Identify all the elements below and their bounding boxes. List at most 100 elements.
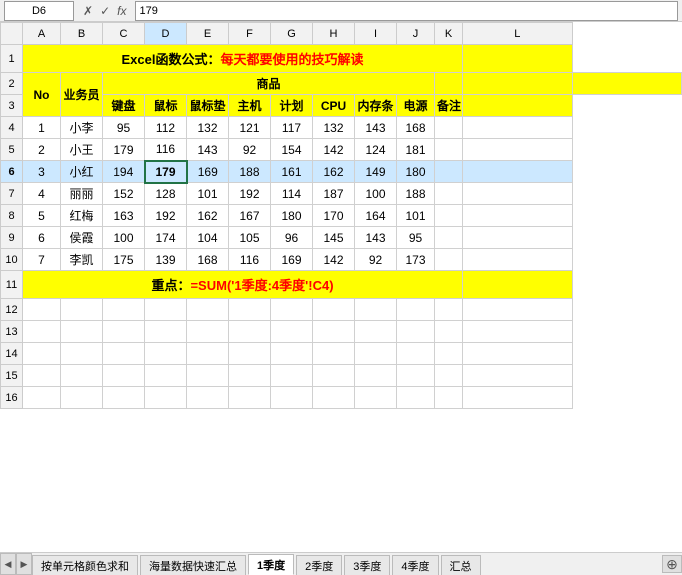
row-num-5[interactable]: 5 bbox=[1, 139, 23, 161]
col-header-H[interactable]: H bbox=[313, 23, 355, 45]
cell-i3[interactable]: 内存条 bbox=[355, 95, 397, 117]
row-num-1[interactable]: 1 bbox=[1, 45, 23, 73]
col-header-A[interactable]: A bbox=[23, 23, 61, 45]
cell-c9[interactable]: 100 bbox=[103, 227, 145, 249]
cell-j10[interactable]: 173 bbox=[397, 249, 435, 271]
cell-d7[interactable]: 128 bbox=[145, 183, 187, 205]
tab-q3[interactable]: 3季度 bbox=[344, 555, 390, 575]
col-header-I[interactable]: I bbox=[355, 23, 397, 45]
scroll-tabs-left-btn[interactable]: ◀ bbox=[0, 553, 16, 575]
col-header-L[interactable]: L bbox=[463, 23, 573, 45]
cell-c3[interactable]: 键盘 bbox=[103, 95, 145, 117]
cell-e3[interactable]: 鼠标垫 bbox=[187, 95, 229, 117]
row-num-9[interactable]: 9 bbox=[1, 227, 23, 249]
cell-h8[interactable]: 170 bbox=[313, 205, 355, 227]
cell-i5[interactable]: 124 bbox=[355, 139, 397, 161]
row-num-3[interactable]: 3 bbox=[1, 95, 23, 117]
cell-a9[interactable]: 6 bbox=[23, 227, 61, 249]
cell-b6[interactable]: 小红 bbox=[61, 161, 103, 183]
cell-j5[interactable]: 181 bbox=[397, 139, 435, 161]
cell-b2[interactable]: 业务员 bbox=[61, 73, 103, 117]
cell-e6[interactable]: 169 bbox=[187, 161, 229, 183]
cell-e7[interactable]: 101 bbox=[187, 183, 229, 205]
cell-c6[interactable]: 194 bbox=[103, 161, 145, 183]
cell-g8[interactable]: 180 bbox=[271, 205, 313, 227]
row-num-2[interactable]: 2 bbox=[1, 73, 23, 95]
row-num-11[interactable]: 11 bbox=[1, 271, 23, 299]
row-num-6[interactable]: 6 bbox=[1, 161, 23, 183]
cell-e4[interactable]: 132 bbox=[187, 117, 229, 139]
cell-a2[interactable]: No bbox=[23, 73, 61, 117]
cell-e8[interactable]: 162 bbox=[187, 205, 229, 227]
confirm-formula-btn[interactable]: ✓ bbox=[97, 4, 113, 18]
cell-i7[interactable]: 100 bbox=[355, 183, 397, 205]
cell-d5[interactable]: 116 bbox=[145, 139, 187, 161]
cell-j4[interactable]: 168 bbox=[397, 117, 435, 139]
cell-c7[interactable]: 152 bbox=[103, 183, 145, 205]
cell-a10[interactable]: 7 bbox=[23, 249, 61, 271]
cell-c5[interactable]: 179 bbox=[103, 139, 145, 161]
formula-input[interactable]: 179 bbox=[135, 1, 678, 21]
tab-summary[interactable]: 汇总 bbox=[441, 555, 481, 575]
cell-h7[interactable]: 187 bbox=[313, 183, 355, 205]
tab-q4[interactable]: 4季度 bbox=[392, 555, 438, 575]
tab-by-color-sum[interactable]: 按单元格颜色求和 bbox=[32, 555, 138, 575]
tab-bulk-data-summary[interactable]: 海量数据快速汇总 bbox=[140, 555, 246, 575]
row-num-12[interactable]: 12 bbox=[1, 299, 23, 321]
tab-q2[interactable]: 2季度 bbox=[296, 555, 342, 575]
row-num-8[interactable]: 8 bbox=[1, 205, 23, 227]
row-num-13[interactable]: 13 bbox=[1, 321, 23, 343]
col-header-K[interactable]: K bbox=[435, 23, 463, 45]
cell-d10[interactable]: 139 bbox=[145, 249, 187, 271]
cell-d3[interactable]: 鼠标 bbox=[145, 95, 187, 117]
cell-a5[interactable]: 2 bbox=[23, 139, 61, 161]
cell-g10[interactable]: 169 bbox=[271, 249, 313, 271]
cell-b8[interactable]: 红梅 bbox=[61, 205, 103, 227]
row-num-16[interactable]: 16 bbox=[1, 387, 23, 409]
row-num-10[interactable]: 10 bbox=[1, 249, 23, 271]
tab-q1[interactable]: 1季度 bbox=[248, 554, 294, 575]
cell-e5[interactable]: 143 bbox=[187, 139, 229, 161]
cell-g3[interactable]: 计划 bbox=[271, 95, 313, 117]
cell-j9[interactable]: 95 bbox=[397, 227, 435, 249]
cell-h6[interactable]: 162 bbox=[313, 161, 355, 183]
cell-d8[interactable]: 192 bbox=[145, 205, 187, 227]
cell-b5[interactable]: 小王 bbox=[61, 139, 103, 161]
cell-i10[interactable]: 92 bbox=[355, 249, 397, 271]
cell-f7[interactable]: 192 bbox=[229, 183, 271, 205]
insert-function-btn[interactable]: fx bbox=[114, 4, 129, 18]
col-header-D[interactable]: D bbox=[145, 23, 187, 45]
cell-j3[interactable]: 电源 bbox=[397, 95, 435, 117]
cell-g4[interactable]: 117 bbox=[271, 117, 313, 139]
cell-h5[interactable]: 142 bbox=[313, 139, 355, 161]
row-num-15[interactable]: 15 bbox=[1, 365, 23, 387]
cell-a6[interactable]: 3 bbox=[23, 161, 61, 183]
cell-c4[interactable]: 95 bbox=[103, 117, 145, 139]
cell-g9[interactable]: 96 bbox=[271, 227, 313, 249]
cell-f3[interactable]: 主机 bbox=[229, 95, 271, 117]
cancel-formula-btn[interactable]: ✗ bbox=[80, 4, 96, 18]
cell-h10[interactable]: 142 bbox=[313, 249, 355, 271]
cell-b9[interactable]: 侯霞 bbox=[61, 227, 103, 249]
cell-e10[interactable]: 168 bbox=[187, 249, 229, 271]
cell-c8[interactable]: 163 bbox=[103, 205, 145, 227]
add-sheet-btn[interactable]: ⊕ bbox=[662, 555, 682, 573]
cell-f6[interactable]: 188 bbox=[229, 161, 271, 183]
row-num-14[interactable]: 14 bbox=[1, 343, 23, 365]
cell-g6[interactable]: 161 bbox=[271, 161, 313, 183]
col-header-J[interactable]: J bbox=[397, 23, 435, 45]
cell-j8[interactable]: 101 bbox=[397, 205, 435, 227]
cell-h9[interactable]: 145 bbox=[313, 227, 355, 249]
cell-g5[interactable]: 154 bbox=[271, 139, 313, 161]
cell-f9[interactable]: 105 bbox=[229, 227, 271, 249]
col-header-B[interactable]: B bbox=[61, 23, 103, 45]
cell-i9[interactable]: 143 bbox=[355, 227, 397, 249]
row-num-7[interactable]: 7 bbox=[1, 183, 23, 205]
cell-i4[interactable]: 143 bbox=[355, 117, 397, 139]
cell-f10[interactable]: 116 bbox=[229, 249, 271, 271]
cell-a8[interactable]: 5 bbox=[23, 205, 61, 227]
name-box[interactable]: D6 bbox=[4, 1, 74, 21]
cell-f8[interactable]: 167 bbox=[229, 205, 271, 227]
cell-j6[interactable]: 180 bbox=[397, 161, 435, 183]
cell-b10[interactable]: 李凯 bbox=[61, 249, 103, 271]
